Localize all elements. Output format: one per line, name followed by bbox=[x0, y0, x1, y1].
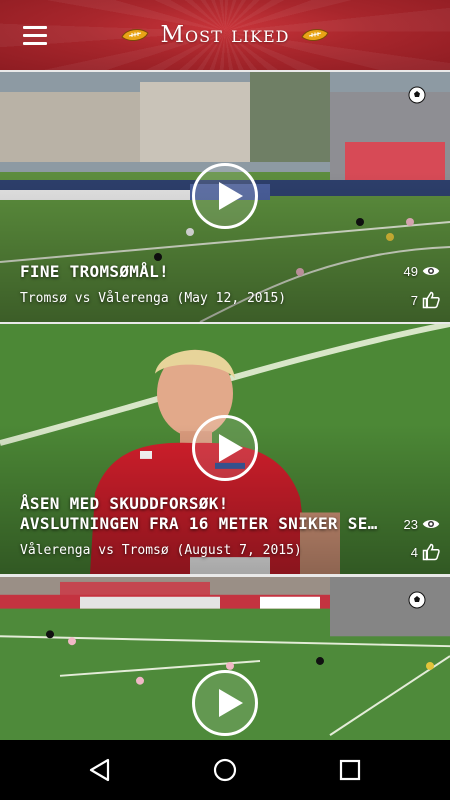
eye-icon bbox=[422, 267, 440, 275]
header-title-group: Most liked bbox=[0, 0, 450, 70]
back-triangle-icon[interactable] bbox=[80, 750, 120, 790]
play-button-icon[interactable] bbox=[192, 670, 258, 736]
video-title: ÅSEN MED SKUDDFORSØK! AVSLUTNINGEN FRA 1… bbox=[20, 494, 385, 533]
view-count: 49 bbox=[404, 262, 440, 280]
home-circle-icon[interactable] bbox=[205, 750, 245, 790]
eye-icon bbox=[422, 520, 440, 528]
football-icon bbox=[121, 29, 150, 41]
view-count: 23 bbox=[404, 515, 440, 533]
play-button-icon[interactable] bbox=[192, 163, 258, 229]
thumbs-up-icon[interactable] bbox=[422, 291, 440, 309]
football-badge-icon bbox=[408, 591, 426, 609]
app-header: Most liked bbox=[0, 0, 450, 70]
video-card[interactable] bbox=[0, 575, 450, 740]
like-count[interactable]: 4 bbox=[411, 543, 440, 561]
video-match-info: Vålerenga vs Tromsø (August 7, 2015) bbox=[20, 543, 302, 558]
like-count[interactable]: 7 bbox=[411, 291, 440, 309]
play-button-icon[interactable] bbox=[192, 415, 258, 481]
video-feed[interactable]: FINE TROMSØMÅL! Tromsø vs Vålerenga (May… bbox=[0, 70, 450, 740]
video-match-info: Tromsø vs Vålerenga (May 12, 2015) bbox=[20, 291, 287, 306]
video-card[interactable]: ÅSEN MED SKUDDFORSØK! AVSLUTNINGEN FRA 1… bbox=[0, 322, 450, 574]
football-badge-icon bbox=[408, 86, 426, 104]
video-card[interactable]: FINE TROMSØMÅL! Tromsø vs Vålerenga (May… bbox=[0, 70, 450, 322]
video-title: FINE TROMSØMÅL! bbox=[20, 262, 169, 281]
thumbs-up-icon[interactable] bbox=[422, 543, 440, 561]
football-icon bbox=[300, 29, 329, 41]
recents-square-icon[interactable] bbox=[330, 750, 370, 790]
page-title: Most liked bbox=[160, 22, 290, 48]
system-nav-bar bbox=[0, 740, 450, 800]
